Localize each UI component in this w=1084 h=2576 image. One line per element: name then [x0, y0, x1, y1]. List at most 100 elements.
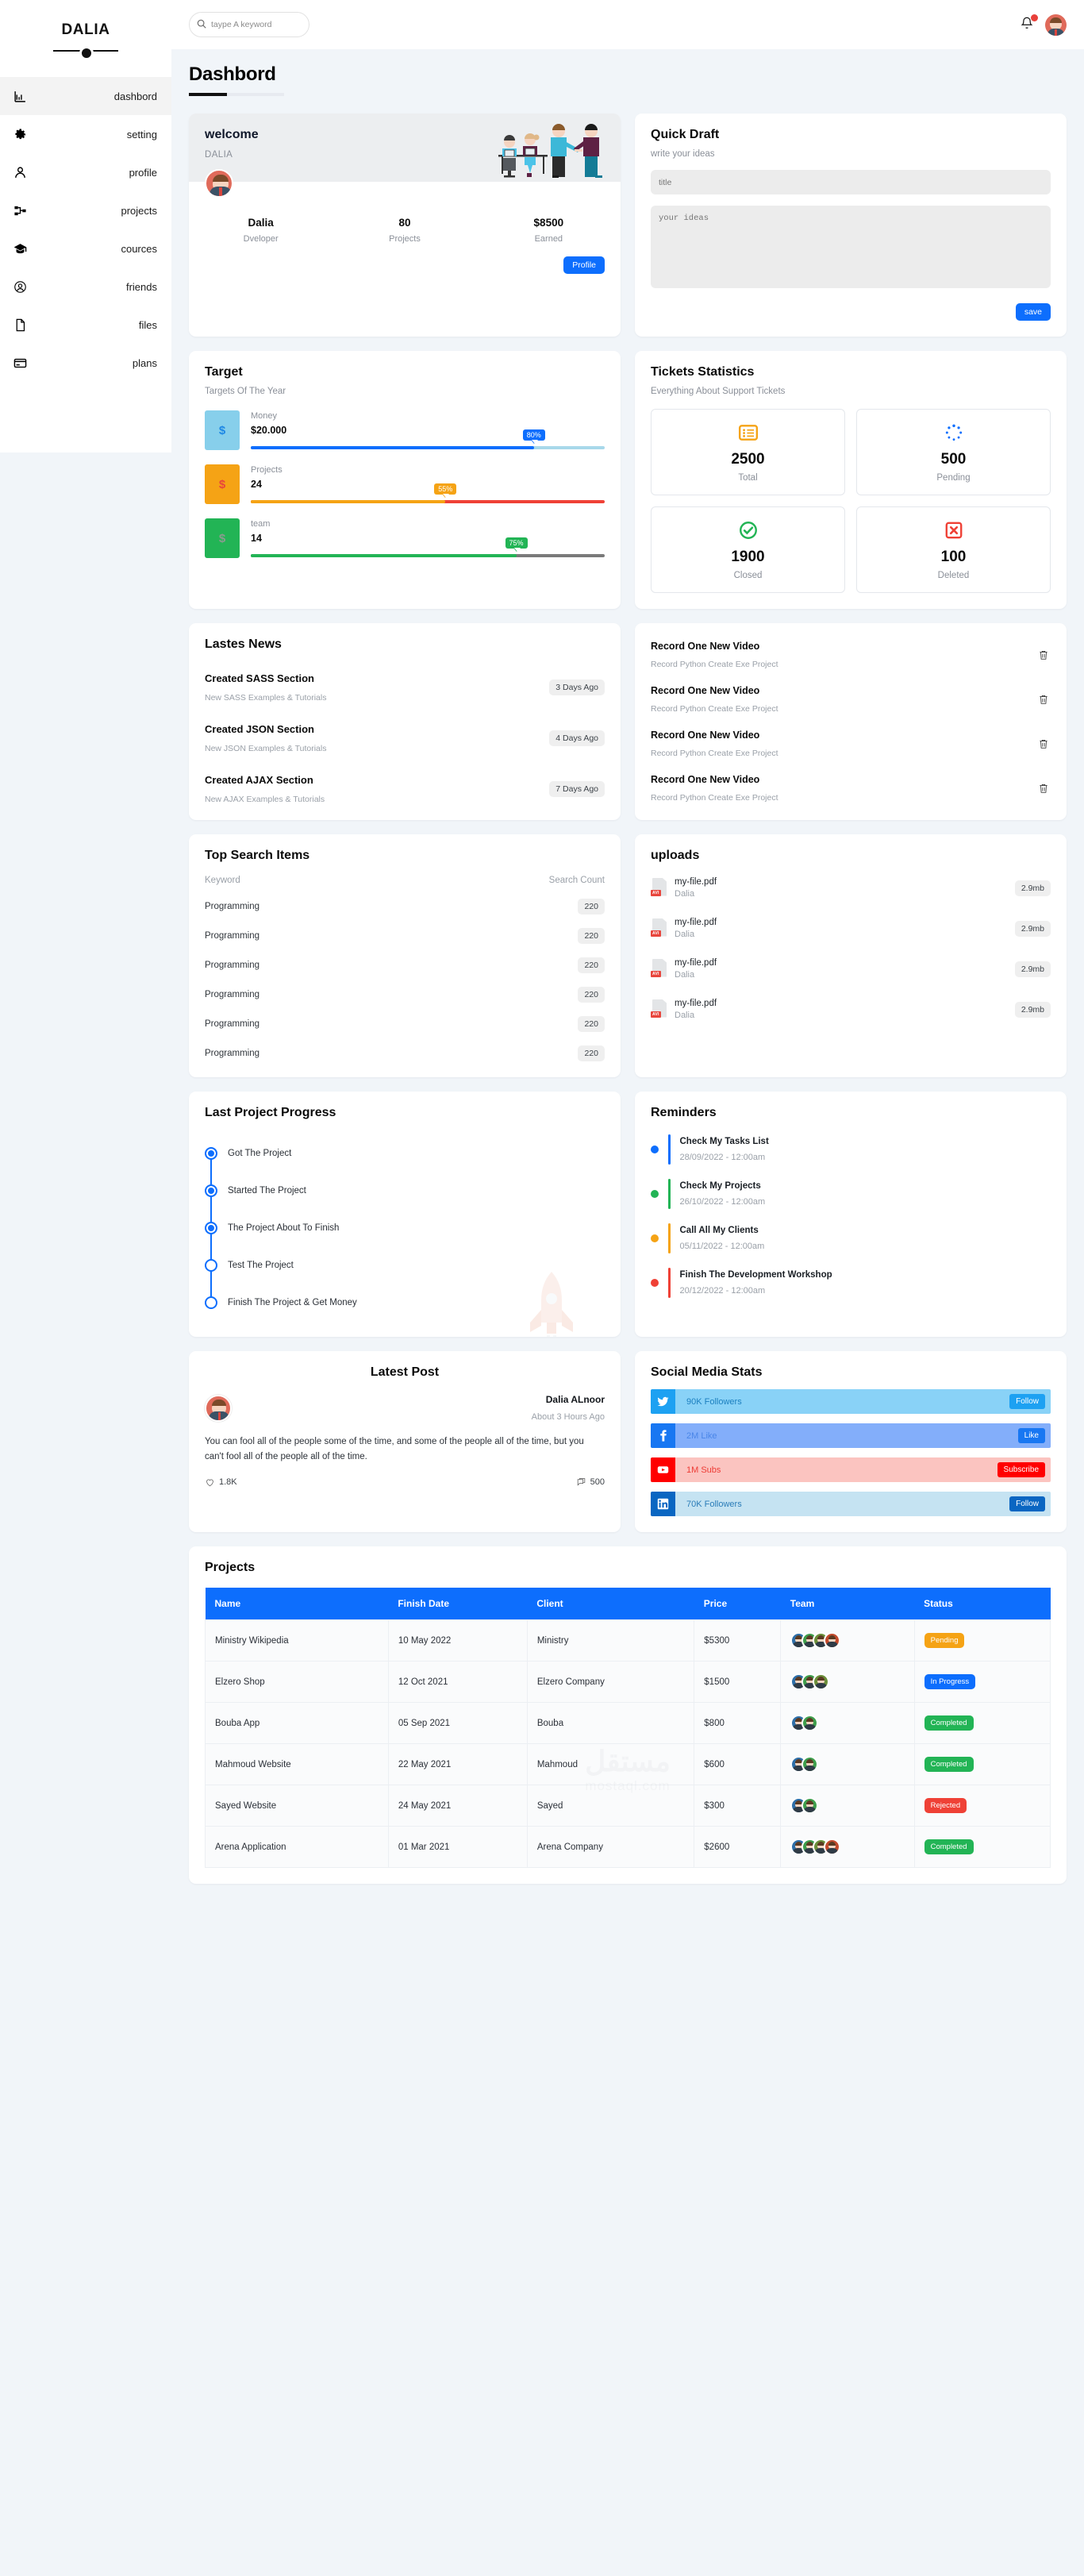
sidebar-item-profile[interactable]: profile	[0, 153, 171, 191]
welcome-card: welcome DALIA Dalia Dveloper 80 Projects…	[189, 114, 621, 337]
search-items-title: Top Search Items	[205, 849, 310, 862]
sidebar-item-label: projects	[121, 204, 157, 217]
target-symbol-icon: $	[205, 464, 240, 504]
sidebar-item-cources[interactable]: cources	[0, 229, 171, 268]
profile-button[interactable]: Profile	[563, 256, 605, 274]
projects-cell-status: Completed	[913, 1702, 1051, 1744]
post-body: You can fool all of the people some of t…	[205, 1437, 584, 1461]
search-items-list: Programming 220 Programming 220 Programming 2…	[205, 899, 605, 1061]
notification-bell-button[interactable]	[1020, 14, 1038, 34]
sidebar-item-projects[interactable]: projects	[0, 191, 171, 229]
file-icon	[13, 318, 27, 332]
table-row: Sayed Website 24 May 2021 Sayed $300 Rejecte…	[205, 1785, 1051, 1827]
team-avatar-stack	[790, 1715, 904, 1731]
upload-file-name: my-file.pdf	[675, 958, 717, 968]
draft-body-textarea[interactable]	[651, 206, 1051, 288]
reminder-title: Finish The Development Workshop	[679, 1270, 832, 1280]
progress-step-label: Started The Project	[228, 1185, 306, 1196]
news-item-time: 4 Days Ago	[549, 730, 605, 746]
notification-badge-dot	[1031, 14, 1038, 21]
like-count: 1.8K	[219, 1477, 237, 1488]
status-badge: Pending	[924, 1633, 965, 1648]
comment-button[interactable]: 500	[576, 1477, 605, 1488]
page-title: Dashbord	[189, 64, 276, 85]
projects-col-header: Name	[205, 1588, 389, 1620]
sidebar-item-label: files	[138, 318, 157, 331]
search-item-row: Programming 220	[205, 899, 605, 914]
team-avatar-stack	[790, 1673, 904, 1690]
news-title: Lastes News	[205, 637, 282, 651]
task-item-title: Record One New Video	[651, 774, 760, 785]
task-item-sub: Record Python Create Exe Project	[651, 749, 778, 758]
target-card: Target Targets Of The Year $ Money $20.000…	[189, 351, 621, 609]
delete-task-button[interactable]	[1038, 693, 1051, 707]
projects-col-header: Finish Date	[388, 1588, 528, 1620]
ticket-stat-box: 100 Deleted	[856, 506, 1051, 593]
ticket-label: Deleted	[937, 571, 970, 580]
sidebar-item-dashbord[interactable]: dashbord	[0, 77, 171, 115]
projects-cell-client: Arena Company	[526, 1826, 695, 1868]
projects-cell-team	[780, 1743, 915, 1785]
social-action-button[interactable]: Like	[1017, 1428, 1045, 1443]
projects-col-header: Price	[694, 1588, 781, 1620]
delete-task-button[interactable]	[1038, 782, 1051, 795]
news-item: Created JSON Section New JSON Examples & …	[205, 723, 605, 753]
social-action-button[interactable]: Follow	[1009, 1394, 1045, 1409]
upload-user: Dalia	[675, 889, 695, 899]
sidebar-item-label: setting	[126, 128, 157, 141]
reminder-main: Check My Tasks List 28/09/2022 - 12:00am	[680, 1137, 769, 1162]
projects-cell-status: Rejected	[913, 1785, 1051, 1827]
progress-step-dot	[205, 1221, 217, 1234]
upload-main: my-file.pdf Dalia	[675, 999, 1015, 1020]
social-count: 2M Like	[686, 1430, 717, 1441]
save-button[interactable]: save	[1015, 303, 1051, 321]
target-progress-fill	[251, 500, 446, 503]
target-row-body: Projects 24 55%	[251, 464, 605, 504]
social-action-button[interactable]: Subscribe	[997, 1462, 1045, 1477]
projects-cell-status: In Progress	[913, 1661, 1051, 1703]
row-post-social: Latest Post Dalia ALnoor About 3 Hours A…	[189, 1351, 1067, 1532]
projects-cell-client: Elzero Company	[526, 1661, 695, 1703]
reminder-accent-bar	[668, 1268, 671, 1298]
delete-task-button[interactable]	[1038, 737, 1051, 751]
draft-title-input[interactable]	[651, 170, 1051, 194]
target-percent-badge: 75%	[505, 537, 528, 552]
target-progress-bar: 80%	[251, 429, 605, 449]
social-count: 1M Subs	[686, 1465, 721, 1475]
table-row: Elzero Shop 12 Oct 2021 Elzero Company $150…	[205, 1661, 1051, 1703]
progress-step-label: Got The Project	[228, 1148, 292, 1158]
reminder-item: Call All My Clients 05/11/2022 - 12:00am	[651, 1223, 1051, 1253]
news-item: Created AJAX Section New AJAX Examples & …	[205, 774, 605, 804]
projects-cell-client: Mahmoud	[526, 1743, 695, 1785]
projects-cell-name: Sayed Website	[205, 1785, 389, 1827]
team-avatar	[801, 1797, 819, 1814]
file-type-tag: AVI	[651, 1011, 661, 1018]
user-avatar[interactable]	[1045, 13, 1067, 36]
sidebar-item-plans[interactable]: plans	[0, 344, 171, 382]
badge-arrow	[442, 494, 449, 498]
list-icon	[659, 422, 836, 443]
upload-user: Dalia	[675, 970, 695, 980]
sidebar-item-files[interactable]: files	[0, 306, 171, 344]
delete-task-button[interactable]	[1038, 649, 1051, 662]
welcome-stat-value: 80	[398, 217, 411, 229]
task-item-sub: Record Python Create Exe Project	[651, 704, 778, 714]
status-badge: In Progress	[924, 1674, 976, 1689]
page-body: Dashbord welcome DALIA Dalia Dveloper 80…	[171, 49, 1084, 1911]
sidebar-item-setting[interactable]: setting	[0, 115, 171, 153]
welcome-heading: welcome	[205, 128, 259, 141]
projects-table-body: Ministry Wikipedia 10 May 2022 Ministry $53…	[205, 1619, 1051, 1868]
user-icon	[13, 165, 27, 179]
like-button[interactable]: 1.8K	[205, 1477, 237, 1488]
welcome-stats: Dalia Dveloper 80 Projects $8500 Earned	[189, 182, 621, 244]
search-box[interactable]	[189, 12, 309, 37]
file-icon: AVI	[651, 918, 668, 939]
welcome-user-name: DALIA	[205, 150, 233, 160]
user-circle-icon	[13, 279, 27, 294]
sidebar-item-friends[interactable]: friends	[0, 268, 171, 306]
target-row-body: Money $20.000 80%	[251, 410, 605, 450]
news-card: Lastes News Created SASS Section New SASS…	[189, 623, 621, 820]
team-avatar	[824, 1632, 841, 1649]
social-action-button[interactable]: Follow	[1009, 1496, 1045, 1511]
social-row-body: 90K Followers Follow	[675, 1389, 1051, 1414]
